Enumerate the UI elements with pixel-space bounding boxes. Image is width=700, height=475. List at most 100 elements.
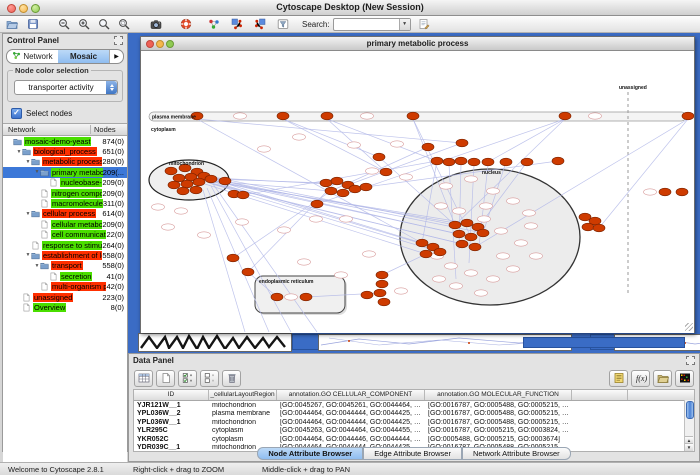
network-label-node[interactable] [234, 113, 247, 119]
hide-selected-icon[interactable] [230, 17, 244, 31]
network-label-node[interactable] [644, 189, 657, 195]
table-row-ypl036w__1[interactable]: YPL036W__1mitochondrion[GO:0044464, GO:0… [134, 418, 694, 427]
network-node[interactable] [193, 178, 205, 186]
network-node[interactable] [456, 240, 468, 248]
select-nodes-checkbox[interactable]: ✓ [11, 108, 22, 119]
table-mode-icon[interactable] [134, 370, 153, 387]
zoom-network-icon[interactable] [166, 40, 174, 48]
show-selected-icon[interactable] [253, 17, 267, 31]
network-node[interactable] [271, 293, 283, 301]
network-label-node[interactable] [293, 134, 306, 140]
network-label-node[interactable] [487, 188, 500, 194]
tree-row-transport[interactable]: ▼transport558(0) [3, 261, 127, 271]
tree-row-unassigned[interactable]: unassigned223(0) [3, 292, 127, 302]
zoom-fit-icon[interactable] [97, 17, 111, 31]
network-node[interactable] [173, 174, 185, 182]
network-node[interactable] [434, 248, 446, 256]
network-node[interactable] [227, 254, 239, 262]
network-label-node[interactable] [298, 259, 311, 265]
table-row-yjr121w__1[interactable]: YJR121W__1mitochondrion[GO:0045267, GO:0… [134, 401, 694, 410]
zoom-in-icon[interactable] [77, 17, 91, 31]
network-label-node[interactable] [497, 253, 510, 259]
zoom-window-icon[interactable] [31, 4, 40, 13]
network-label-node[interactable] [480, 203, 493, 209]
network-label-node[interactable] [361, 113, 374, 119]
column-header[interactable]: ID [134, 390, 209, 400]
tab-edge-attribute-browser[interactable]: Edge Attribute Browser [363, 447, 462, 460]
attribute-table-header[interactable]: ID_cellularLayoutRegionannotation.GO CEL… [134, 390, 694, 401]
network-node[interactable] [190, 186, 202, 194]
network-node[interactable] [373, 153, 385, 161]
network-label-node[interactable] [152, 204, 165, 210]
open-file-icon[interactable] [5, 17, 19, 31]
network-node[interactable] [219, 177, 231, 185]
network-label-node[interactable] [465, 270, 478, 276]
network-label-node[interactable] [478, 216, 491, 222]
tree-row-cell-communicat[interactable]: cell communicat22(0) [3, 230, 127, 240]
network-node[interactable] [320, 179, 332, 187]
table-row-ylr295c[interactable]: YLR295Ccytoplasm[GO:0045263, GO:0044464,… [134, 427, 694, 436]
network-node[interactable] [378, 298, 390, 306]
network-label-node[interactable] [495, 228, 508, 234]
network-node[interactable] [205, 175, 217, 183]
network-node[interactable] [165, 167, 177, 175]
network-node[interactable] [431, 157, 443, 165]
network-label-node[interactable] [589, 113, 602, 119]
table-row-ykr052c[interactable]: YKR052Ccytoplasm[GO:0044464, GO:0044446,… [134, 435, 694, 444]
network-label-node[interactable] [366, 168, 379, 174]
column-header[interactable]: _cellularLayoutRegion [209, 390, 277, 400]
table-row-ypl036w__2[interactable]: YPL036W__2plasma membrane[GO:0044464, GO… [134, 410, 694, 419]
network-node[interactable] [380, 168, 392, 176]
network-label-node[interactable] [363, 251, 376, 257]
network-label-node[interactable] [391, 141, 404, 147]
network-node[interactable] [477, 229, 489, 237]
network-node[interactable] [676, 188, 688, 196]
network-label-node[interactable] [440, 183, 453, 189]
network-label-node[interactable] [450, 283, 463, 289]
network-node[interactable] [321, 112, 333, 120]
network-node[interactable] [237, 191, 249, 199]
network-node[interactable] [521, 158, 533, 166]
background-window-titlebar[interactable] [292, 334, 320, 350]
network-node[interactable] [456, 139, 468, 147]
network-node[interactable] [453, 230, 465, 238]
tree-row-response-to-stimulu[interactable]: response to stimulu264(0) [3, 240, 127, 250]
zoom-out-icon[interactable] [57, 17, 71, 31]
attribute-list-icon[interactable] [609, 370, 628, 387]
network-node[interactable] [420, 250, 432, 258]
network-node[interactable] [177, 187, 189, 195]
select-columns-icon[interactable] [178, 370, 197, 387]
resize-grip-icon[interactable] [685, 323, 693, 331]
table-scrollbar[interactable]: ▲ ▼ [684, 400, 694, 451]
close-network-icon[interactable] [146, 40, 154, 48]
network-node[interactable] [659, 188, 671, 196]
tree-row-biological-process[interactable]: ▼biological_process651(0) [3, 146, 127, 156]
network-label-node[interactable] [465, 176, 478, 182]
network-label-node[interactable] [258, 146, 271, 152]
delete-attribute-icon[interactable] [222, 370, 241, 387]
network-node[interactable] [582, 223, 594, 231]
tree-row-primary-metabo[interactable]: ▼primary metabo209(... [3, 167, 127, 177]
tab-node-attribute-browser[interactable]: Node Attribute Browser [257, 447, 363, 460]
tree-row-mosaic-demo-yeast[interactable]: mosaic-demo-yeast874(0) [3, 136, 127, 146]
filter-icon[interactable] [276, 17, 290, 31]
column-header[interactable]: annotation.GO MOLECULAR_FUNCTION [425, 390, 572, 400]
network-node[interactable] [416, 239, 428, 247]
network-node[interactable] [559, 112, 571, 120]
network-node[interactable] [500, 158, 512, 166]
network-node[interactable] [465, 233, 477, 241]
column-header[interactable] [572, 390, 628, 400]
tree-row-nucleobase-[interactable]: nucleobase-209(0) [3, 178, 127, 188]
tree-row-cellular-metabo[interactable]: cellular metabo209(0) [3, 219, 127, 229]
network-label-node[interactable] [507, 266, 520, 272]
network-node[interactable] [552, 157, 564, 165]
network-label-node[interactable] [162, 224, 175, 230]
network-window-titlebar[interactable]: primary metabolic process [141, 37, 694, 51]
scrollbar-thumb[interactable] [686, 401, 694, 419]
network-node[interactable] [325, 187, 337, 195]
search-input[interactable] [335, 19, 401, 30]
network-label-node[interactable] [310, 216, 323, 222]
network-node[interactable] [242, 268, 254, 276]
tree-row-macromolecule[interactable]: macromolecule311(0) [3, 198, 127, 208]
tab-network-attribute-browser[interactable]: Network Attribute Browser [462, 447, 571, 460]
